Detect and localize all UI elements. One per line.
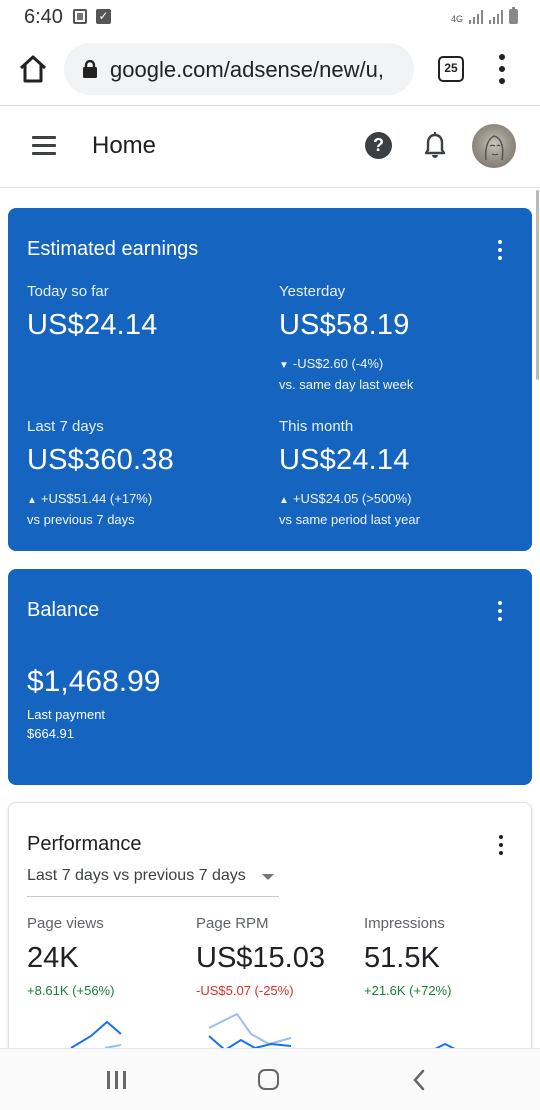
balance-value: $1,468.99	[27, 665, 161, 698]
stat-value: 24K	[27, 942, 79, 974]
down-arrow-icon: ▼	[279, 360, 289, 371]
check-icon: ✓	[96, 9, 111, 24]
signal-icon-2	[489, 8, 503, 24]
earnings-title: Estimated earnings	[27, 238, 199, 260]
bell-icon[interactable]	[424, 132, 446, 160]
scrollbar[interactable]	[536, 190, 539, 380]
change-amount: +US$24.05 (>500%)	[292, 491, 412, 506]
stat-label: Impressions	[364, 915, 445, 932]
up-arrow-icon: ▲	[27, 495, 37, 506]
metric-value: US$24.14	[27, 309, 158, 341]
stat-change: +21.6K (+72%)	[364, 983, 452, 998]
metric-value: US$24.14	[279, 444, 410, 476]
back-icon[interactable]	[412, 1069, 426, 1091]
date-range-value: Last 7 days vs previous 7 days	[27, 867, 246, 884]
status-time: 6:40	[24, 6, 63, 28]
signal-icon	[469, 8, 483, 24]
caret-down-icon	[262, 874, 274, 880]
performance-more-icon[interactable]	[493, 833, 509, 857]
stat-page-rpm[interactable]: Page RPM US$15.03 -US$5.07 (-25%)	[196, 915, 325, 998]
change-amount: +US$51.44 (+17%)	[40, 491, 153, 506]
status-bar: 6:40 ✓ 4G	[0, 0, 540, 34]
last-payment-label: Last payment	[27, 707, 106, 722]
change-amount: -US$2.60 (-4%)	[292, 356, 384, 371]
change-compare: vs. same day last week	[279, 377, 414, 392]
sparkline-page-rpm-previous	[208, 1012, 292, 1046]
stat-page-views[interactable]: Page views 24K +8.61K (+56%)	[27, 915, 114, 998]
balance-title: Balance	[27, 599, 100, 621]
metric-label: Yesterday	[279, 283, 346, 300]
address-bar[interactable]: google.com/adsense/new/u,	[64, 43, 414, 95]
sparkline-page-views	[70, 1020, 122, 1049]
date-range-dropdown[interactable]: Last 7 days vs previous 7 days	[27, 867, 279, 897]
up-arrow-icon: ▲	[279, 495, 289, 506]
stat-change: -US$5.07 (-25%)	[196, 983, 294, 998]
estimated-earnings-card: Estimated earnings Today so far US$24.14…	[8, 208, 532, 551]
avatar[interactable]	[472, 124, 516, 168]
browser-toolbar: google.com/adsense/new/u, 25	[0, 34, 540, 106]
network-type: 4G	[451, 14, 464, 24]
status-icons: 4G	[451, 7, 518, 24]
stat-value: US$15.03	[196, 942, 325, 974]
tabs-icon[interactable]: 25	[438, 56, 464, 82]
balance-card: Balance $1,468.99 Last payment $664.91	[8, 569, 532, 785]
metric-yesterday: Yesterday US$58.19 ▼ -US$2.60 (-4%) vs. s…	[279, 283, 413, 394]
lock-icon	[83, 60, 97, 78]
balance-more-icon[interactable]	[492, 599, 508, 623]
metric-change: ▲ +US$51.44 (+17%) vs previous 7 days	[27, 489, 174, 529]
metric-last-7-days: Last 7 days US$360.38 ▲ +US$51.44 (+17%) …	[27, 418, 174, 529]
stat-label: Page RPM	[196, 915, 269, 932]
url-text: google.com/adsense/new/u,	[110, 57, 384, 82]
stat-label: Page views	[27, 915, 104, 932]
earnings-more-icon[interactable]	[492, 238, 508, 262]
home-icon[interactable]	[16, 52, 50, 86]
metric-value: US$58.19	[279, 309, 410, 341]
page-title: Home	[92, 132, 157, 159]
last-payment-amount: $664.91	[27, 726, 74, 741]
stat-value: 51.5K	[364, 942, 440, 974]
battery-icon	[509, 7, 518, 24]
metric-this-month: This month US$24.14 ▲ +US$24.05 (>500%) v…	[279, 418, 420, 529]
metric-label: Today so far	[27, 283, 109, 300]
metric-change: ▼ -US$2.60 (-4%) vs. same day last week	[279, 354, 413, 394]
app-header: Home ?	[0, 106, 540, 188]
hamburger-icon[interactable]	[32, 136, 56, 156]
metric-today: Today so far US$24.14	[27, 283, 158, 342]
recent-apps-icon[interactable]	[107, 1071, 127, 1089]
metric-label: This month	[279, 418, 354, 435]
metric-change: ▲ +US$24.05 (>500%) vs same period last y…	[279, 489, 420, 529]
home-nav-icon[interactable]	[258, 1069, 279, 1090]
help-icon[interactable]: ?	[365, 132, 392, 159]
sim-card-icon	[73, 9, 87, 24]
stat-impressions[interactable]: Impressions 51.5K +21.6K (+72%)	[364, 915, 451, 998]
metric-value: US$360.38	[27, 444, 174, 476]
change-compare: vs same period last year	[279, 512, 420, 527]
stat-change: +8.61K (+56%)	[27, 983, 115, 998]
overflow-menu-icon[interactable]	[494, 54, 510, 84]
performance-title: Performance	[27, 833, 142, 855]
system-nav-bar	[0, 1048, 540, 1110]
metric-label: Last 7 days	[27, 418, 104, 435]
change-compare: vs previous 7 days	[27, 512, 135, 527]
